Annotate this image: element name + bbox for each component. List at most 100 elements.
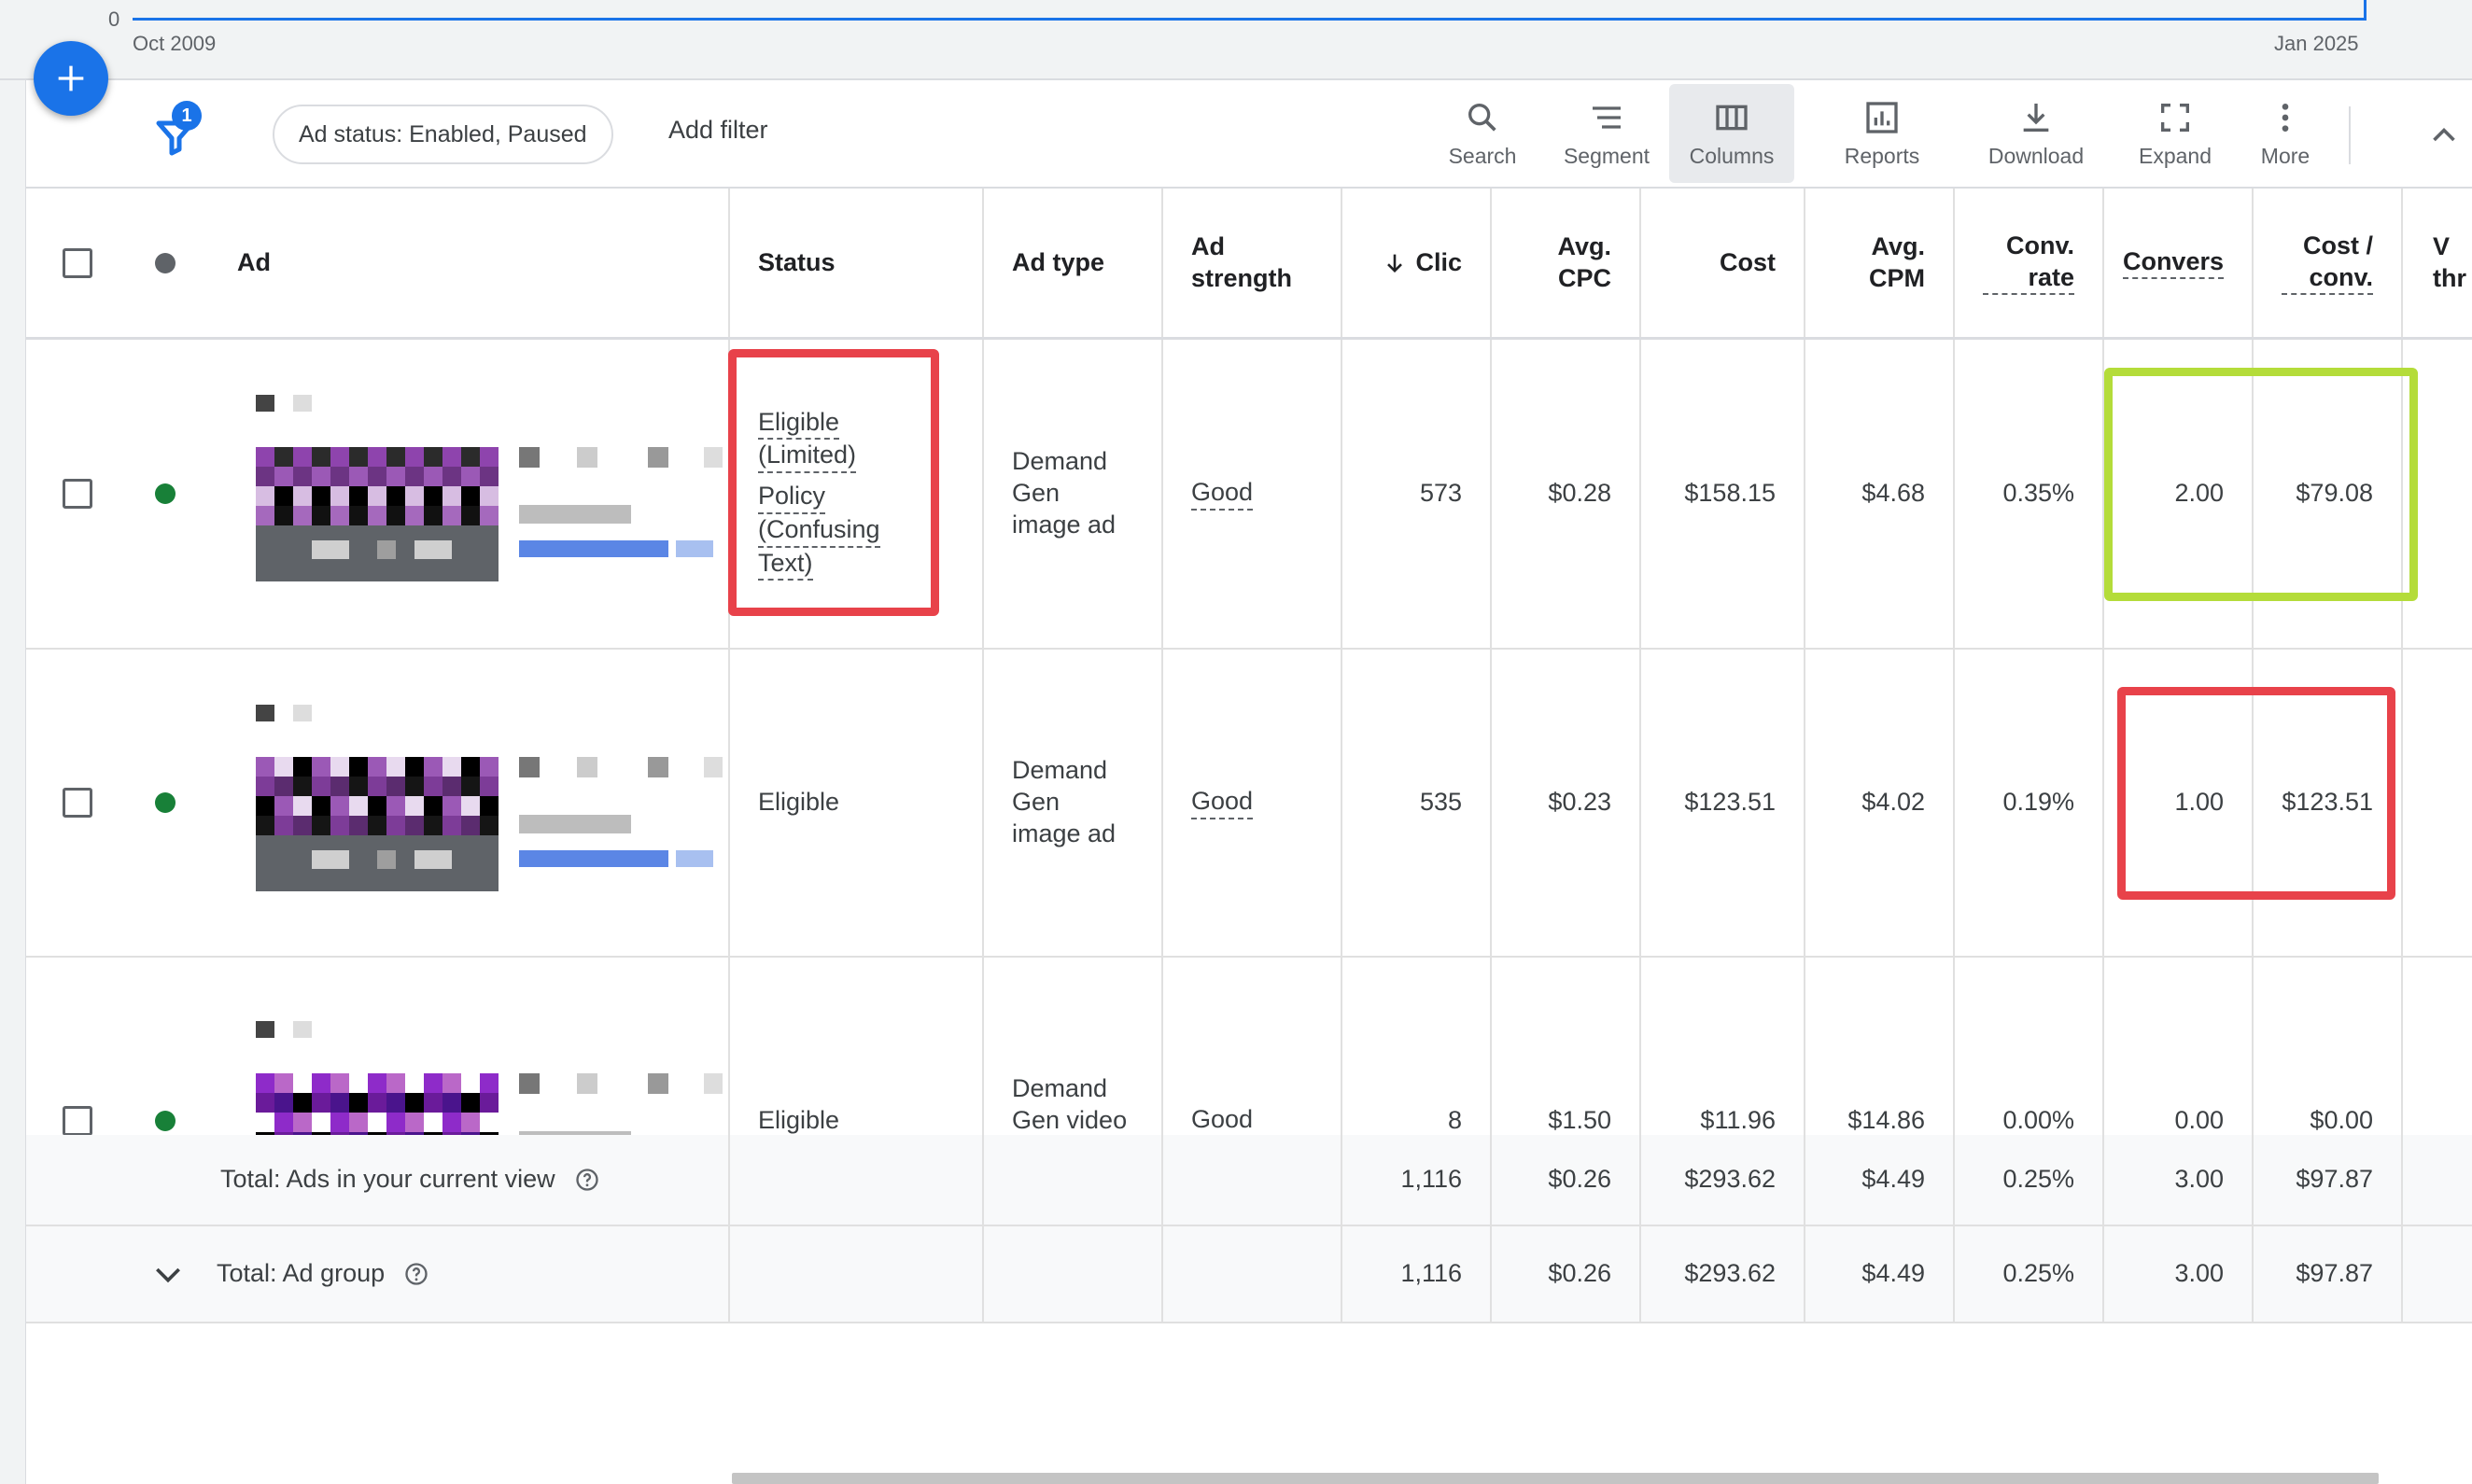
chevron-up-icon[interactable] — [2427, 118, 2461, 151]
partial-column-cell — [2403, 650, 2472, 956]
preview-pixel — [274, 796, 293, 816]
preview-pixel — [424, 1113, 442, 1132]
header-cost[interactable]: Cost — [1641, 189, 1805, 337]
preview-pixel — [312, 796, 330, 816]
header-partial-column[interactable]: V thr — [2403, 189, 2472, 337]
ad-strength-link[interactable]: Good — [1191, 1104, 1254, 1138]
preview-pixel — [519, 757, 540, 777]
preview-pixel — [293, 467, 312, 486]
total-label: Total: Ads in your current view — [220, 1165, 555, 1194]
ad-preview-cell[interactable] — [213, 650, 730, 956]
preview-pixel — [442, 777, 461, 796]
status-text[interactable]: (Limited) — [758, 440, 857, 474]
preview-pixel — [405, 486, 424, 506]
expand-icon — [2161, 103, 2189, 132]
row-select-cell — [26, 340, 129, 648]
ad-preview-cell[interactable] — [213, 340, 730, 648]
add-filter-button[interactable]: Add filter — [668, 116, 768, 145]
help-icon[interactable] — [574, 1167, 600, 1193]
conversions-cell: 2.00 — [2104, 340, 2254, 648]
header-cost-per-conv[interactable]: Cost / conv. — [2254, 189, 2403, 337]
select-all-checkbox[interactable] — [63, 247, 92, 278]
header-conversions-label: Convers — [2122, 246, 2224, 280]
header-ad-strength[interactable]: Ad strength — [1163, 189, 1342, 337]
reports-tool-button[interactable]: Reports — [1824, 84, 1940, 183]
total-clicks-cell: 1,116 — [1342, 1226, 1492, 1322]
preview-pixel — [442, 1073, 461, 1093]
ad-preview-thumbnail[interactable] — [256, 650, 723, 956]
ad-strength-link[interactable]: Good — [1191, 477, 1254, 511]
chevron-down-icon[interactable] — [149, 1255, 187, 1293]
expand-tool-button[interactable]: Expand — [2117, 84, 2233, 183]
preview-pixel — [461, 816, 480, 835]
row-checkbox[interactable] — [63, 479, 92, 509]
header-clicks[interactable]: Clic — [1342, 189, 1492, 337]
preview-pixel — [349, 486, 368, 506]
status-text[interactable]: Text) — [758, 548, 813, 581]
cost-cell: $123.51 — [1641, 650, 1805, 956]
help-icon[interactable] — [403, 1261, 429, 1287]
ad-status-filter-chip[interactable]: Ad status: Enabled, Paused — [273, 105, 613, 164]
row-status-dot-cell — [129, 650, 213, 956]
search-tool-button[interactable]: Search — [1426, 84, 1538, 183]
horizontal-scrollbar[interactable] — [732, 1473, 2379, 1484]
cost-per-conv-cell: $79.08 — [2254, 340, 2403, 648]
ad-strength-link[interactable]: Good — [1191, 786, 1254, 819]
total-conversions-cell: 3.00 — [2104, 1135, 2254, 1225]
table-row[interactable]: Eligible Demand Gen image ad Good 535 $0.23 $… — [26, 650, 2472, 958]
segment-icon — [1593, 105, 1621, 129]
preview-pixel — [368, 486, 386, 506]
create-fab-button[interactable] — [34, 41, 108, 116]
left-gutter — [0, 80, 26, 1484]
header-status[interactable]: Status — [730, 189, 984, 337]
conversions-cell: 1.00 — [2104, 650, 2254, 956]
preview-pixel — [349, 1073, 368, 1093]
preview-pixel — [480, 757, 499, 777]
table-header-row: Ad Status Ad type Ad strength Clic Avg. … — [26, 189, 2472, 340]
download-tool-button[interactable]: Download — [1966, 84, 2106, 183]
preview-pixel — [256, 1073, 274, 1093]
avg-cpm-cell: $4.68 — [1805, 340, 1955, 648]
row-checkbox[interactable] — [63, 1106, 92, 1136]
status-text[interactable]: Eligible — [758, 407, 840, 441]
preview-pixel — [461, 777, 480, 796]
row-checkbox[interactable] — [63, 788, 92, 818]
preview-pixel — [405, 506, 424, 525]
more-tool-button[interactable]: More — [2239, 84, 2332, 183]
preview-pixel — [349, 777, 368, 796]
status-cell: Eligible — [730, 650, 984, 956]
timeline-zero-label: 0 — [108, 7, 120, 31]
preview-pixel — [704, 757, 723, 777]
preview-pixel — [405, 757, 424, 777]
table-row[interactable]: Eligible (Limited) Policy (Confusing Text) De… — [26, 340, 2472, 650]
header-ad[interactable]: Ad — [213, 189, 730, 337]
preview-pixel — [648, 447, 668, 468]
conv-rate-cell: 0.19% — [1955, 650, 2104, 956]
preview-pixel — [368, 1093, 386, 1113]
header-ad-type[interactable]: Ad type — [984, 189, 1163, 337]
preview-pixel — [405, 777, 424, 796]
ad-preview-thumbnail[interactable] — [256, 340, 723, 648]
header-avg-cpc[interactable]: Avg. CPC — [1492, 189, 1641, 337]
preview-pixel — [349, 467, 368, 486]
preview-pixel — [293, 1073, 312, 1093]
preview-pixel — [405, 1073, 424, 1093]
timeline-start-label: Oct 2009 — [133, 32, 217, 55]
more-tool-label: More — [2260, 143, 2310, 168]
header-conv-rate-label: Conv. rate — [1983, 231, 2074, 296]
header-conversions[interactable]: Convers — [2104, 189, 2254, 337]
preview-pixel — [480, 1073, 499, 1093]
total-cost-per-conv-cell: $97.87 — [2254, 1135, 2403, 1225]
preview-pixel — [330, 467, 349, 486]
segment-tool-button[interactable]: Segment — [1544, 84, 1669, 183]
timeline-end-label: Jan 2025 — [2274, 32, 2359, 55]
status-text[interactable]: (Confusing — [758, 514, 880, 548]
header-avg-cpm[interactable]: Avg. CPM — [1805, 189, 1955, 337]
columns-tool-button[interactable]: Columns — [1669, 84, 1794, 183]
preview-pixel — [704, 447, 723, 468]
preview-pixel — [274, 757, 293, 777]
total-empty-cell — [984, 1226, 1163, 1322]
preview-pixel — [405, 796, 424, 816]
header-conv-rate[interactable]: Conv. rate — [1955, 189, 2104, 337]
status-text[interactable]: Policy — [758, 481, 826, 514]
